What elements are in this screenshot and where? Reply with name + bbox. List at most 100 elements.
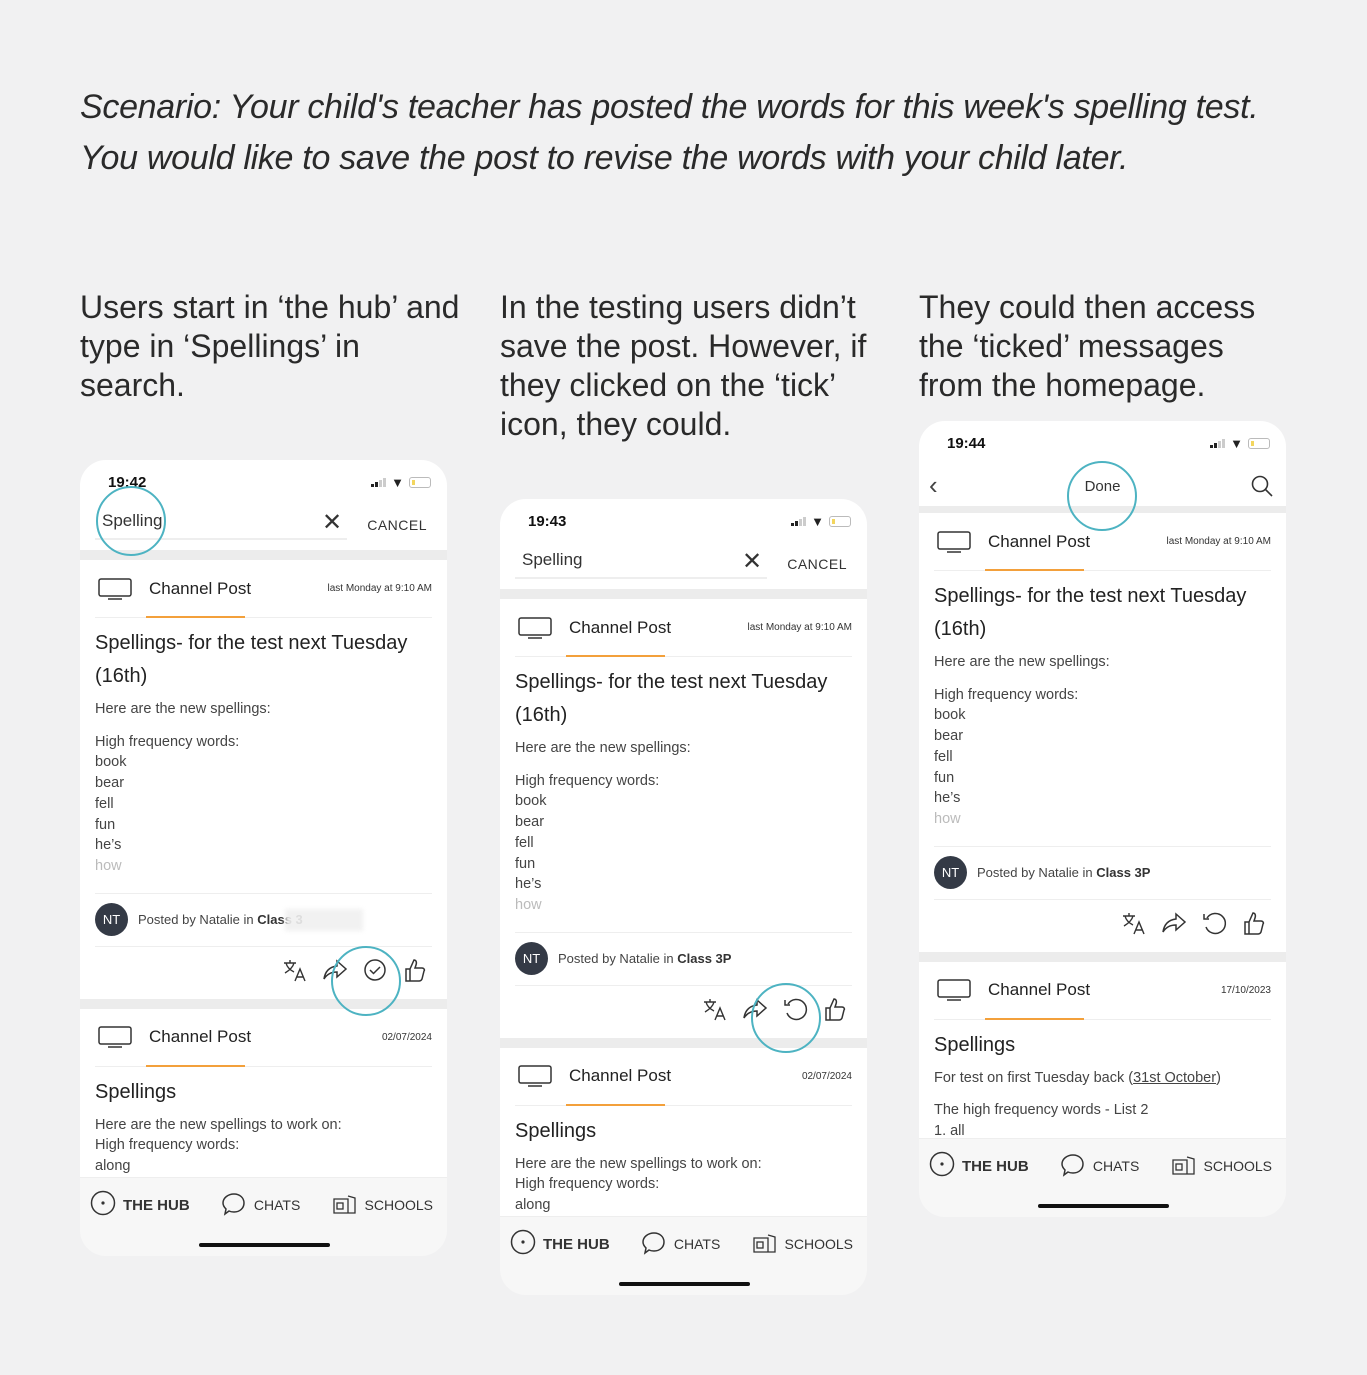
share-icon[interactable] [322, 957, 348, 988]
post-text: For test on first Tuesday back ( [934, 1069, 1134, 1086]
spelling-word: fun [95, 816, 116, 833]
spelling-word: fell [95, 795, 114, 812]
top-nav: ‹ Done [919, 466, 1286, 506]
channel-post-card[interactable]: Channel Post 02/07/2024 Spellings Here are … [500, 1047, 867, 1216]
translate-icon[interactable] [702, 996, 728, 1027]
post-title: Spellings [515, 1119, 597, 1142]
spelling-word-faded: how [934, 810, 961, 827]
post-date: 17/10/2023 [1220, 984, 1271, 996]
signal-icon [371, 478, 387, 487]
post-type-label: Channel Post [988, 531, 1091, 551]
hub-icon [90, 1190, 116, 1220]
share-icon[interactable] [742, 996, 768, 1027]
school-building-icon [332, 1191, 358, 1220]
post-text-line: along [95, 1158, 131, 1175]
caption-step-1: Users start in ‘the hub’ and type in ‘Sp… [80, 289, 460, 403]
search-input[interactable]: Spelling [522, 550, 583, 570]
post-type-label: Channel Post [569, 617, 672, 637]
nav-schools[interactable]: SCHOOLS [332, 1191, 433, 1220]
check-circle-icon[interactable] [362, 957, 388, 988]
post-text-line: High frequency words: [95, 1137, 240, 1154]
posted-by-text: Posted by Natalie in [558, 951, 674, 967]
channel-post-card[interactable]: Channel Post 17/10/2023 Spellings For test … [919, 961, 1286, 1142]
channel-post-card[interactable]: Channel Post last Monday at 9:10 AM Spelli… [919, 513, 1286, 952]
battery-icon [829, 516, 851, 527]
school-building-icon [1171, 1152, 1197, 1181]
post-intro: Here are the new spellings: [95, 701, 271, 717]
date-link[interactable]: 31st October [1133, 1070, 1216, 1086]
nav-chats[interactable]: CHATS [221, 1191, 300, 1220]
post-title: Spellings- for the test next Tuesday (16… [515, 671, 828, 726]
posted-by-text: Posted by Natalie in [977, 865, 1093, 881]
status-time: 19:43 [528, 513, 567, 530]
nav-chats[interactable]: CHATS [641, 1230, 720, 1259]
spelling-word: fell [934, 748, 953, 765]
post-text-line: The high frequency words - List 2 [934, 1102, 1149, 1119]
list-heading: High frequency words: [515, 772, 660, 789]
like-icon[interactable] [1241, 910, 1267, 941]
channel-post-card[interactable]: Channel Post last Monday at 9:10 AM Spelli… [80, 560, 447, 999]
nav-label: SCHOOLS [784, 1236, 853, 1252]
nav-the-hub[interactable]: THE HUB [510, 1229, 610, 1259]
post-title: Spellings- for the test next Tuesday (16… [95, 632, 408, 687]
bottom-nav: THE HUB CHATS SCHOOLS [500, 1216, 867, 1295]
refresh-icon[interactable] [1201, 910, 1227, 941]
spelling-word: book [515, 793, 547, 810]
nav-chats[interactable]: CHATS [1060, 1152, 1139, 1181]
clear-search-icon[interactable]: ✕ [322, 508, 342, 537]
done-button[interactable]: Done [919, 478, 1286, 495]
channel-post-card[interactable]: Channel Post 02/07/2024 Spellings Here are … [80, 1008, 447, 1177]
share-icon[interactable] [1161, 910, 1187, 941]
phone-screen-1: 19:42 ▼ Spelling ✕ CANCEL Channel Post last … [80, 460, 447, 1256]
refresh-icon[interactable] [782, 996, 808, 1027]
channel-tv-icon [98, 1026, 132, 1048]
nav-the-hub[interactable]: THE HUB [929, 1151, 1029, 1181]
signal-icon [1210, 439, 1226, 448]
post-type-label: Channel Post [149, 578, 252, 598]
nav-schools[interactable]: SCHOOLS [752, 1230, 853, 1259]
battery-icon [1248, 438, 1270, 449]
status-bar: 19:44 ▼ [919, 421, 1286, 466]
status-time: 19:44 [947, 435, 986, 452]
post-date: last Monday at 9:10 AM [1166, 536, 1271, 547]
post-date: 02/07/2024 [381, 1031, 432, 1043]
bottom-nav: THE HUB CHATS SCHOOLS [919, 1138, 1286, 1217]
channel-tv-icon [98, 577, 132, 600]
spelling-word: he’s [95, 837, 122, 854]
search-input[interactable]: Spelling [102, 511, 163, 531]
cancel-button[interactable]: CANCEL [367, 517, 427, 533]
wifi-icon: ▼ [391, 475, 404, 490]
nav-label: THE HUB [123, 1196, 190, 1214]
search-bar: Spelling ✕ CANCEL [80, 505, 447, 550]
post-type-label: Channel Post [988, 980, 1091, 1000]
spelling-word-faded: how [515, 896, 542, 913]
status-bar: 19:42 ▼ [80, 460, 447, 505]
clear-search-icon[interactable]: ✕ [742, 547, 762, 576]
nav-the-hub[interactable]: THE HUB [90, 1190, 190, 1220]
phone-screen-3: 19:44 ▼ ‹ Done Channel Post last Monday at 9… [919, 421, 1286, 1217]
spelling-word: he’s [934, 790, 961, 807]
avatar: NT [95, 903, 128, 937]
class-name: Class 3P [1096, 865, 1151, 881]
channel-post-card[interactable]: Channel Post last Monday at 9:10 AM Spelli… [500, 599, 867, 1038]
spelling-word: fell [515, 834, 534, 851]
search-icon[interactable] [1250, 474, 1274, 498]
spelling-word: fun [515, 855, 536, 872]
avatar: NT [934, 856, 967, 890]
signal-icon [791, 517, 807, 526]
list-heading: High frequency words: [934, 686, 1079, 703]
hub-icon [510, 1229, 536, 1259]
spelling-word: bear [934, 728, 964, 745]
bottom-nav: THE HUB CHATS SCHOOLS [80, 1177, 447, 1256]
translate-icon[interactable] [1121, 910, 1147, 941]
nav-schools[interactable]: SCHOOLS [1171, 1152, 1272, 1181]
translate-icon[interactable] [282, 957, 308, 988]
chat-bubble-icon [1060, 1152, 1086, 1181]
like-icon[interactable] [402, 957, 428, 988]
post-title: Spellings- for the test next Tuesday (16… [934, 585, 1247, 640]
post-actions [934, 900, 1271, 952]
like-icon[interactable] [822, 996, 848, 1027]
posted-by-row: NT Posted by Natalie in Class 3 [95, 894, 432, 946]
status-bar: 19:43 ▼ [500, 499, 867, 544]
cancel-button[interactable]: CANCEL [787, 556, 847, 572]
